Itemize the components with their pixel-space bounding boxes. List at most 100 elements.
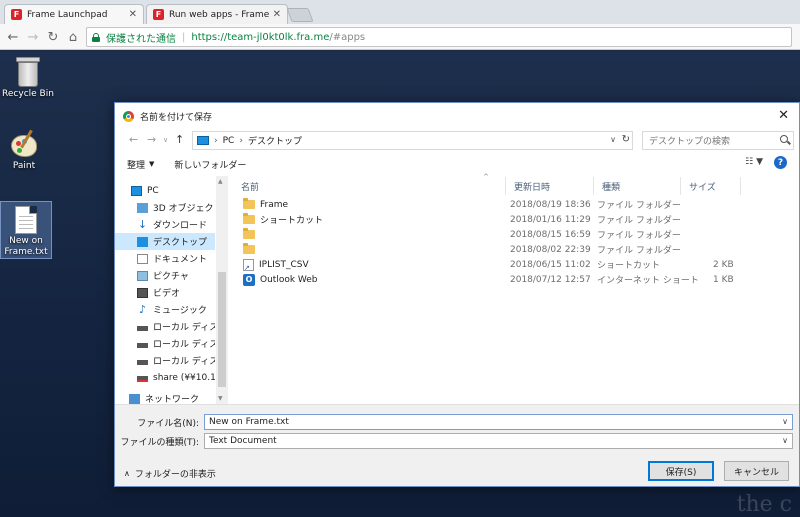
breadcrumb-desktop[interactable]: デスクトップ bbox=[248, 134, 302, 147]
recent-locations-chevron-icon[interactable]: ∨ bbox=[163, 136, 168, 144]
scroll-up-icon[interactable]: ▲ bbox=[218, 178, 223, 185]
hide-folders-toggle[interactable]: ∧ フォルダーの非表示 bbox=[124, 467, 216, 480]
scroll-down-icon[interactable]: ▼ bbox=[218, 395, 223, 402]
nav-item-downloads[interactable]: ↓ ダウンロード bbox=[115, 216, 215, 233]
chevron-down-icon[interactable]: ∨ bbox=[782, 436, 788, 445]
internet-shortcut-icon: O bbox=[243, 273, 255, 286]
tab-close-icon[interactable]: ✕ bbox=[129, 9, 137, 20]
nav-item-label: ローカル ディスク (D bbox=[153, 340, 215, 350]
desktop-watermark: the c bbox=[736, 492, 792, 517]
folder-icon bbox=[243, 228, 255, 239]
folder-icon bbox=[243, 198, 255, 209]
nav-item-label: ネットワーク bbox=[145, 395, 200, 404]
column-size[interactable]: サイズ bbox=[681, 177, 741, 195]
forward-arrow-icon[interactable]: → bbox=[147, 133, 156, 146]
address-separator: | bbox=[182, 31, 186, 43]
drive-icon bbox=[137, 343, 148, 348]
desktop-icon-recycle-bin[interactable]: Recycle Bin bbox=[0, 57, 56, 100]
new-tab-button[interactable] bbox=[286, 8, 314, 22]
cancel-button[interactable]: キャンセル bbox=[724, 461, 789, 481]
nav-item-videos[interactable]: ビデオ bbox=[115, 284, 215, 301]
nav-item-share[interactable]: share (¥¥10.10.2 bbox=[115, 369, 215, 386]
file-row-shortcut-folder[interactable]: ショートカット 2018/01/16 11:29 ファイル フォルダー bbox=[233, 212, 733, 227]
file-list-header: ^ 名前 更新日時 種類 サイズ bbox=[233, 173, 800, 195]
scrollbar-thumb[interactable] bbox=[218, 272, 226, 387]
nav-item-local-disk-d[interactable]: ローカル ディスク (D bbox=[115, 335, 215, 352]
recycle-bin-icon bbox=[15, 57, 41, 87]
desktop-icon-label: New on Frame.txt bbox=[4, 236, 48, 257]
back-arrow-icon[interactable]: ← bbox=[129, 133, 138, 146]
3d-objects-icon bbox=[137, 202, 148, 213]
nav-item-music[interactable]: ♪ ミュージック bbox=[115, 301, 215, 318]
save-button[interactable]: 保存(S) bbox=[648, 461, 714, 481]
view-options-icon[interactable]: ☷ ▼ bbox=[745, 157, 763, 167]
breadcrumb-pc[interactable]: PC bbox=[223, 136, 235, 146]
nav-item-label: ドキュメント bbox=[153, 255, 208, 265]
file-row-iplist-csv[interactable]: IPLIST_CSV 2018/06/15 11:02 ショートカット 2 KB bbox=[233, 257, 734, 272]
nav-item-label: デスクトップ bbox=[153, 238, 208, 248]
tab-frame-launchpad[interactable]: F Frame Launchpad ✕ bbox=[4, 4, 144, 24]
help-icon[interactable]: ? bbox=[774, 156, 787, 169]
desktop-icon-paint[interactable]: Paint bbox=[0, 129, 52, 172]
network-icon bbox=[129, 393, 140, 404]
address-bar[interactable]: 保護された通信 | https://team-jl0kt0lk.fra.me /… bbox=[86, 27, 792, 47]
organize-button[interactable]: 整理 ▼ bbox=[127, 158, 154, 171]
filename-label: ファイル名(N): bbox=[137, 419, 199, 429]
nav-item-desktop[interactable]: デスクトップ bbox=[115, 233, 215, 250]
file-name: ショートカット bbox=[260, 216, 324, 226]
nav-item-3d-objects[interactable]: 3D オブジェクト bbox=[115, 199, 215, 216]
save-form: ファイル名(N): New on Frame.txt ∨ ファイルの種類(T):… bbox=[115, 404, 799, 486]
refresh-icon[interactable]: ↻ bbox=[622, 134, 630, 145]
tab-title: Frame Launchpad bbox=[27, 9, 108, 20]
download-icon: ↓ bbox=[137, 217, 148, 231]
nav-item-network[interactable]: ネットワーク bbox=[115, 390, 215, 404]
tab-close-icon[interactable]: ✕ bbox=[273, 9, 281, 20]
nav-item-pc[interactable]: PC bbox=[115, 182, 215, 199]
desktop-icon-new-on-frame[interactable]: New on Frame.txt bbox=[0, 201, 52, 259]
file-row-unnamed-folder-2[interactable]: 2018/08/02 22:39 ファイル フォルダー bbox=[233, 242, 733, 257]
search-placeholder: デスクトップの検索 bbox=[649, 137, 731, 147]
chrome-icon bbox=[123, 110, 134, 122]
file-name: Outlook Web bbox=[260, 274, 318, 285]
chevron-down-icon[interactable]: ∨ bbox=[782, 417, 788, 426]
nav-item-local-disk-x[interactable]: ローカル ディスク (X bbox=[115, 352, 215, 369]
file-row-frame[interactable]: Frame 2018/08/19 18:36 ファイル フォルダー bbox=[233, 197, 733, 212]
dialog-address-row: ← → ∨ ↑ › PC › デスクトップ ∨ ↻ デスクトップの検索 bbox=[115, 130, 799, 152]
new-folder-button[interactable]: 新しいフォルダー bbox=[174, 158, 246, 171]
file-date: 2018/08/15 16:59 bbox=[510, 229, 591, 240]
file-row-outlook-web[interactable]: O Outlook Web 2018/07/12 12:57 インターネット ショ… bbox=[233, 272, 734, 287]
nav-item-label: ピクチャ bbox=[153, 272, 189, 282]
nav-item-pictures[interactable]: ピクチャ bbox=[115, 267, 215, 284]
reload-icon[interactable]: ↻ bbox=[44, 28, 62, 46]
file-row-unnamed-folder-1[interactable]: 2018/08/15 16:59 ファイル フォルダー bbox=[233, 227, 733, 242]
folder-icon bbox=[243, 213, 255, 224]
home-icon[interactable]: ⌂ bbox=[64, 28, 82, 46]
file-date: 2018/07/12 12:57 bbox=[510, 274, 591, 285]
nav-item-documents[interactable]: ドキュメント bbox=[115, 250, 215, 267]
file-date: 2018/01/16 11:29 bbox=[510, 214, 591, 225]
forward-arrow-icon[interactable]: → bbox=[24, 28, 42, 46]
shortcut-icon bbox=[243, 258, 254, 272]
browser-toolbar: ← → ↻ ⌂ 保護された通信 | https://team-jl0kt0lk.… bbox=[0, 24, 800, 50]
search-input[interactable]: デスクトップの検索 bbox=[642, 131, 794, 150]
nav-item-local-disk-c[interactable]: ローカル ディスク (C bbox=[115, 318, 215, 335]
column-type[interactable]: 種類 bbox=[594, 177, 681, 195]
chevron-down-icon[interactable]: ∨ bbox=[610, 135, 616, 144]
videos-icon bbox=[137, 287, 148, 298]
nav-item-label: ローカル ディスク (X bbox=[153, 357, 215, 367]
column-name[interactable]: 名前 bbox=[233, 177, 506, 195]
tab-run-web-apps[interactable]: F Run web apps - Frame Do ✕ bbox=[146, 4, 288, 24]
secure-label: 保護された通信 bbox=[106, 33, 176, 45]
back-arrow-icon[interactable]: ← bbox=[4, 28, 22, 46]
column-date[interactable]: 更新日時 bbox=[506, 177, 594, 195]
close-icon[interactable]: ✕ bbox=[778, 108, 789, 123]
lock-icon bbox=[92, 32, 100, 42]
filename-input[interactable]: New on Frame.txt ∨ bbox=[204, 414, 793, 430]
tab-title: Run web apps - Frame Do bbox=[169, 9, 269, 20]
path-breadcrumb[interactable]: › PC › デスクトップ ∨ ↻ bbox=[192, 131, 633, 150]
navigation-scrollbar[interactable]: ▲ ▼ bbox=[216, 176, 228, 404]
up-arrow-icon[interactable]: ↑ bbox=[175, 133, 184, 146]
filetype-select[interactable]: Text Document ∨ bbox=[204, 433, 793, 449]
desktop-icon-label: Paint bbox=[12, 161, 36, 171]
chevron-down-icon: ▼ bbox=[149, 160, 155, 168]
